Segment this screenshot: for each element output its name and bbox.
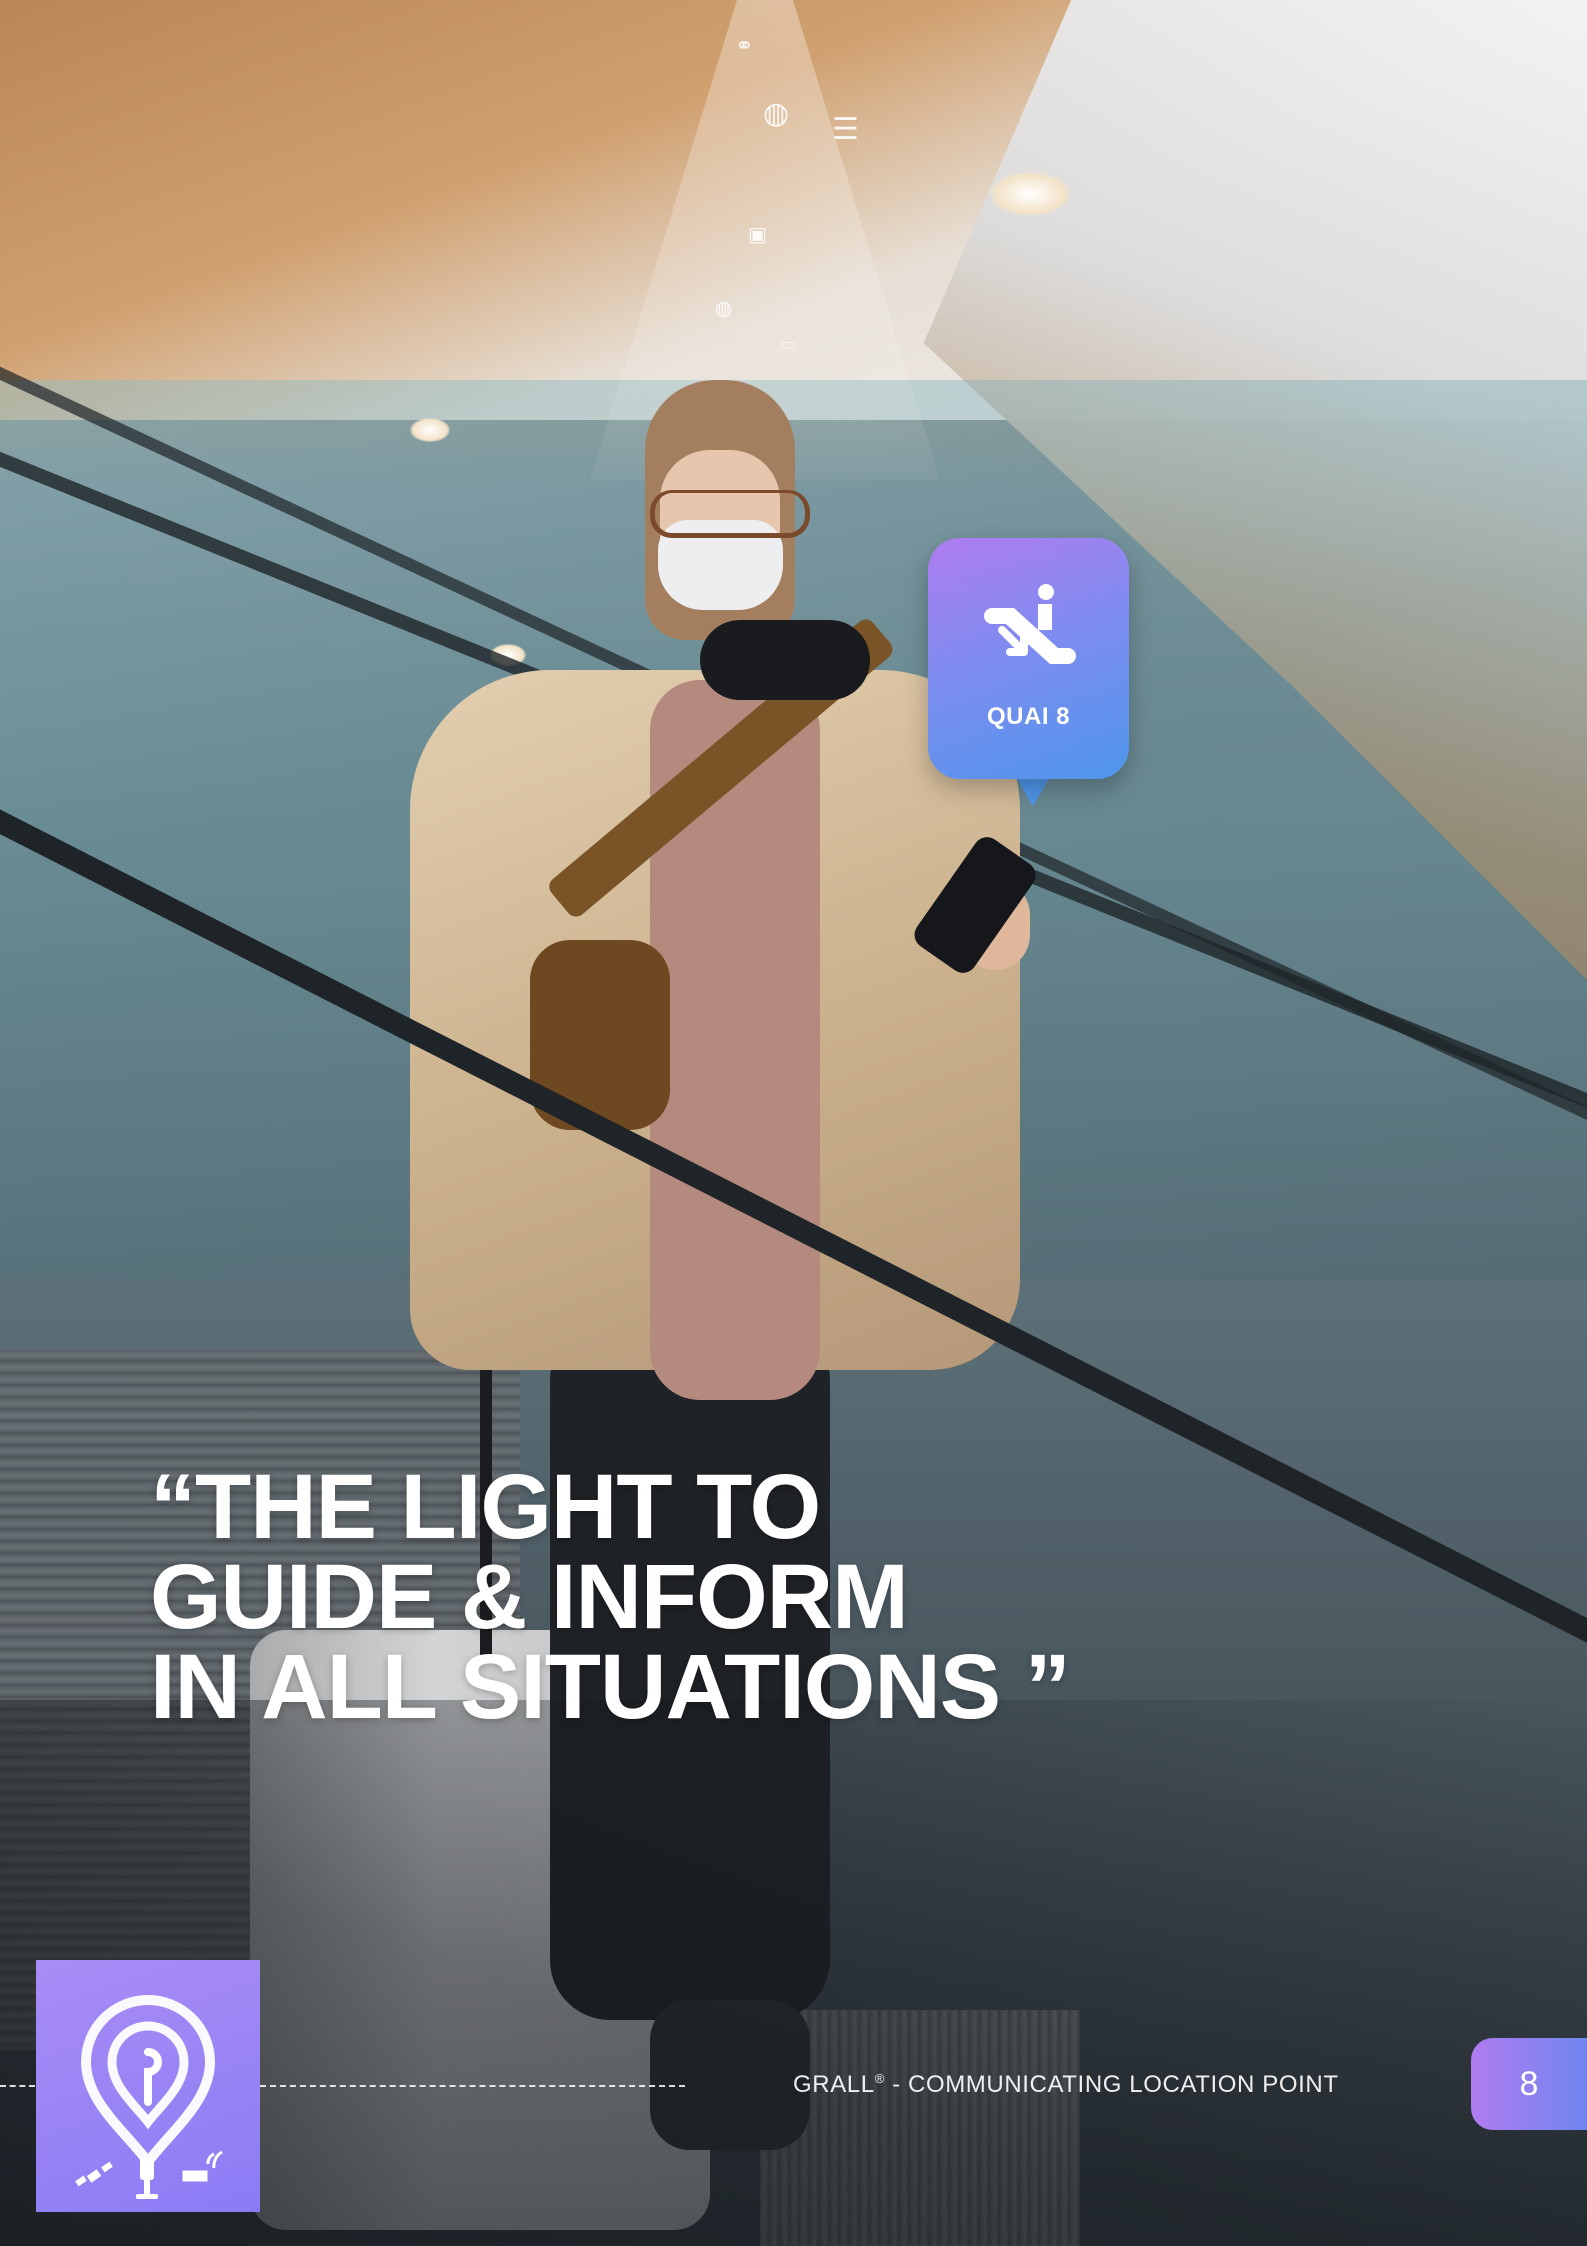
footer-divider bbox=[0, 2085, 35, 2087]
glasses bbox=[650, 490, 810, 538]
list-icon: ☰ bbox=[832, 112, 859, 147]
headphones bbox=[700, 620, 870, 700]
headline-line-2: GUIDE & INFORM bbox=[150, 1546, 909, 1648]
footer-tagline: GRALL® - COMMUNICATING LOCATION POINT bbox=[793, 2071, 1339, 2099]
footer-brand: GRALL bbox=[793, 2071, 875, 2098]
pin-card-label: QUAI 8 bbox=[986, 703, 1070, 730]
usb-plug-icon bbox=[136, 2158, 158, 2199]
headline-line-3: IN ALL SITUATIONS ” bbox=[150, 1636, 1071, 1738]
brochure-page: ⚭ ◍ ☰ ▣ ◍ ▭ QUAI 8 “THE LIGHT TO GUIDE &… bbox=[0, 0, 1587, 2246]
headline-quote: “THE LIGHT TO GUIDE & INFORM IN ALL SITU… bbox=[150, 1456, 1071, 1738]
globe-icon: ◍ bbox=[763, 96, 790, 131]
link-icon: ⚭ bbox=[735, 34, 754, 59]
location-pin-card: QUAI 8 bbox=[928, 538, 1129, 779]
document-icon: ▣ bbox=[748, 222, 767, 246]
footer-tagline-text: - COMMUNICATING LOCATION POINT bbox=[884, 2071, 1339, 2098]
registered-mark: ® bbox=[874, 2071, 885, 2086]
page-number: 8 bbox=[1519, 2065, 1539, 2103]
headline-line-1: “THE LIGHT TO bbox=[150, 1456, 821, 1558]
page-number-tab: 8 bbox=[1471, 2038, 1587, 2130]
message-icon: ▭ bbox=[780, 334, 798, 355]
broadcast-icon bbox=[182, 2150, 223, 2182]
footer-divider bbox=[260, 2085, 685, 2087]
escalator-down-icon bbox=[984, 584, 1076, 664]
location-pin-icon bbox=[75, 1994, 223, 2199]
brand-logo bbox=[36, 1960, 260, 2212]
ceiling-lamp bbox=[990, 172, 1070, 216]
globe-icon: ◍ bbox=[715, 296, 733, 320]
satellite-icon bbox=[75, 2161, 113, 2187]
